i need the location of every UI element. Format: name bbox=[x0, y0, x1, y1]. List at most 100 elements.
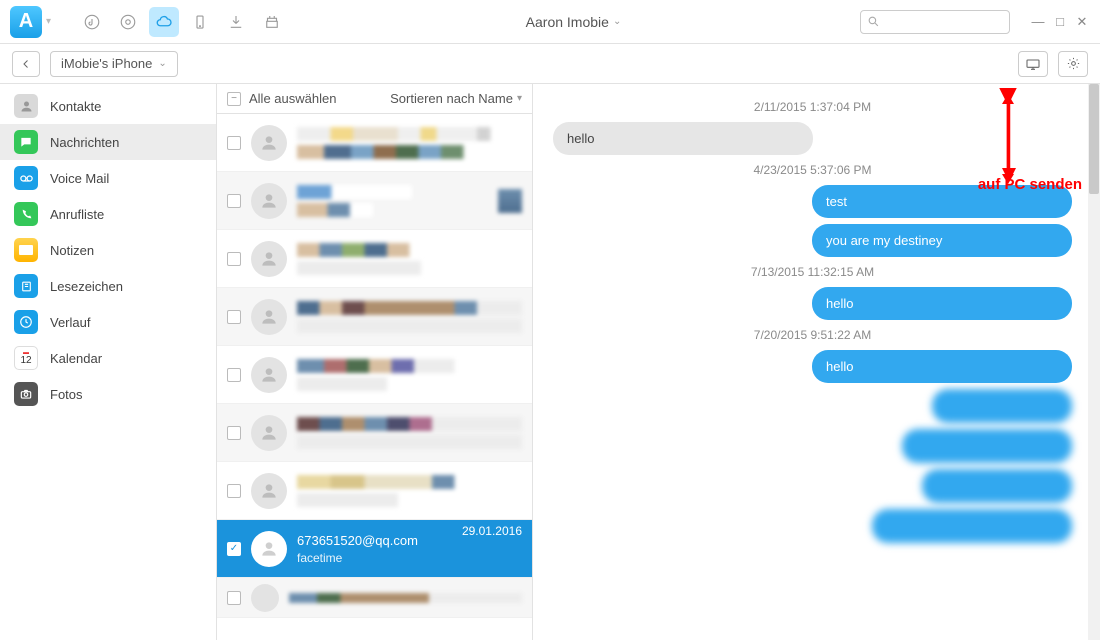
sort-dropdown[interactable]: Sortieren nach Name ▾ bbox=[390, 91, 522, 106]
settings-button[interactable] bbox=[1058, 51, 1088, 77]
contact-row[interactable] bbox=[217, 114, 532, 172]
avatar bbox=[251, 473, 287, 509]
device-name: iMobie's iPhone bbox=[61, 56, 152, 71]
contacts-header: − Alle auswählen Sortieren nach Name ▾ bbox=[217, 84, 532, 114]
calendar-icon: ▬12 bbox=[14, 346, 38, 370]
select-all-checkbox[interactable]: − bbox=[227, 92, 241, 106]
sidebar-item-photos[interactable]: Fotos bbox=[0, 376, 216, 412]
sidebar: Kontakte Nachrichten Voice Mail Anruflis… bbox=[0, 84, 217, 640]
contact-row[interactable] bbox=[217, 404, 532, 462]
contact-name: 673651520@qq.com bbox=[297, 533, 452, 548]
message-out-redacted bbox=[872, 509, 1072, 543]
voicemail-icon bbox=[14, 166, 38, 190]
cloud-icon[interactable] bbox=[149, 7, 179, 37]
sidebar-item-calls[interactable]: Anrufliste bbox=[0, 196, 216, 232]
account-name: Aaron Imobie bbox=[526, 14, 609, 30]
chevron-down-icon: ⌄ bbox=[158, 58, 166, 69]
row-checkbox[interactable] bbox=[227, 252, 241, 266]
message-out-redacted bbox=[902, 429, 1072, 463]
scrollbar-thumb[interactable] bbox=[1089, 84, 1099, 194]
contact-sub: facetime bbox=[297, 551, 452, 565]
notes-icon bbox=[14, 238, 38, 262]
message-out: you are my destiney bbox=[812, 224, 1072, 257]
contact-preview bbox=[289, 593, 522, 603]
maximize-button[interactable]: □ bbox=[1052, 14, 1068, 30]
sidebar-item-bookmarks[interactable]: Lesezeichen bbox=[0, 268, 216, 304]
account-dropdown[interactable]: Aaron Imobie ⌄ bbox=[293, 14, 854, 30]
logo-dropdown-icon[interactable]: ▾ bbox=[46, 16, 51, 27]
sidebar-item-label: Nachrichten bbox=[50, 135, 119, 150]
sidebar-item-history[interactable]: Verlauf bbox=[0, 304, 216, 340]
contact-row-selected[interactable]: ✓ 673651520@qq.com facetime 29.01.2016 bbox=[217, 520, 532, 578]
download-icon[interactable] bbox=[221, 7, 251, 37]
contact-row[interactable] bbox=[217, 462, 532, 520]
contacts-panel: − Alle auswählen Sortieren nach Name ▾ bbox=[217, 84, 533, 640]
sidebar-item-label: Anrufliste bbox=[50, 207, 104, 222]
annotation-text: auf PC senden bbox=[978, 176, 1082, 193]
sidebar-item-messages[interactable]: Nachrichten bbox=[0, 124, 216, 160]
row-checkbox[interactable] bbox=[227, 136, 241, 150]
phone-icon bbox=[14, 202, 38, 226]
contact-row[interactable] bbox=[217, 230, 532, 288]
avatar bbox=[251, 183, 287, 219]
contact-row[interactable] bbox=[217, 172, 532, 230]
sidebar-item-contacts[interactable]: Kontakte bbox=[0, 88, 216, 124]
contact-preview bbox=[297, 127, 522, 159]
top-toolbar: A ▾ Aaron Imobie ⌄ — □ ✕ bbox=[0, 0, 1100, 44]
contact-row[interactable] bbox=[217, 288, 532, 346]
app-logo: A bbox=[10, 6, 42, 38]
close-button[interactable]: ✕ bbox=[1074, 14, 1090, 30]
contact-list: ✓ 673651520@qq.com facetime 29.01.2016 bbox=[217, 114, 532, 640]
sidebar-item-calendar[interactable]: ▬12 Kalendar bbox=[0, 340, 216, 376]
contact-preview bbox=[297, 417, 522, 449]
contact-preview bbox=[297, 185, 488, 217]
back-button[interactable] bbox=[12, 51, 40, 77]
sort-label: Sortieren nach Name bbox=[390, 91, 513, 106]
avatar bbox=[251, 357, 287, 393]
sidebar-item-voicemail[interactable]: Voice Mail bbox=[0, 160, 216, 196]
avatar bbox=[251, 584, 279, 612]
search-input[interactable] bbox=[860, 10, 1010, 34]
timestamp: 7/20/2015 9:51:22 AM bbox=[553, 328, 1072, 342]
contact-row[interactable] bbox=[217, 346, 532, 404]
music-icon[interactable] bbox=[77, 7, 107, 37]
sidebar-item-label: Kontakte bbox=[50, 99, 101, 114]
timestamp: 2/11/2015 1:37:04 PM bbox=[553, 100, 1072, 114]
row-checkbox[interactable] bbox=[227, 484, 241, 498]
device-selector[interactable]: iMobie's iPhone ⌄ bbox=[50, 51, 178, 77]
avatar bbox=[251, 531, 287, 567]
row-checkbox[interactable] bbox=[227, 194, 241, 208]
contact-preview bbox=[297, 475, 522, 507]
avatar bbox=[251, 299, 287, 335]
row-checkbox[interactable] bbox=[227, 426, 241, 440]
export-to-pc-button[interactable] bbox=[1018, 51, 1048, 77]
row-checkbox[interactable] bbox=[227, 591, 241, 605]
device-icon[interactable] bbox=[185, 7, 215, 37]
camera-icon bbox=[14, 382, 38, 406]
row-checkbox[interactable]: ✓ bbox=[227, 542, 241, 556]
message-out-redacted bbox=[922, 469, 1072, 503]
contact-preview bbox=[297, 359, 522, 391]
messages-icon bbox=[14, 130, 38, 154]
row-checkbox[interactable] bbox=[227, 368, 241, 382]
toolbox-icon[interactable] bbox=[257, 7, 287, 37]
main-area: Kontakte Nachrichten Voice Mail Anruflis… bbox=[0, 84, 1100, 640]
contact-preview bbox=[297, 243, 522, 275]
contact-preview bbox=[297, 301, 522, 333]
avatar bbox=[251, 241, 287, 277]
timestamp: 7/13/2015 11:32:15 AM bbox=[553, 265, 1072, 279]
sidebar-item-label: Notizen bbox=[50, 243, 94, 258]
row-checkbox[interactable] bbox=[227, 310, 241, 324]
chevron-down-icon: ⌄ bbox=[613, 16, 621, 27]
message-out: hello bbox=[812, 287, 1072, 320]
sidebar-item-notes[interactable]: Notizen bbox=[0, 232, 216, 268]
navigation-bar: iMobie's iPhone ⌄ bbox=[0, 44, 1100, 84]
contact-row[interactable] bbox=[217, 578, 532, 618]
sidebar-item-label: Kalendar bbox=[50, 351, 102, 366]
clock-icon bbox=[14, 310, 38, 334]
target-icon[interactable] bbox=[113, 7, 143, 37]
message-in: hello bbox=[553, 122, 813, 155]
vertical-scrollbar[interactable] bbox=[1088, 84, 1100, 640]
timestamp: 4/23/2015 5:37:06 PM bbox=[553, 163, 1072, 177]
minimize-button[interactable]: — bbox=[1030, 14, 1046, 30]
